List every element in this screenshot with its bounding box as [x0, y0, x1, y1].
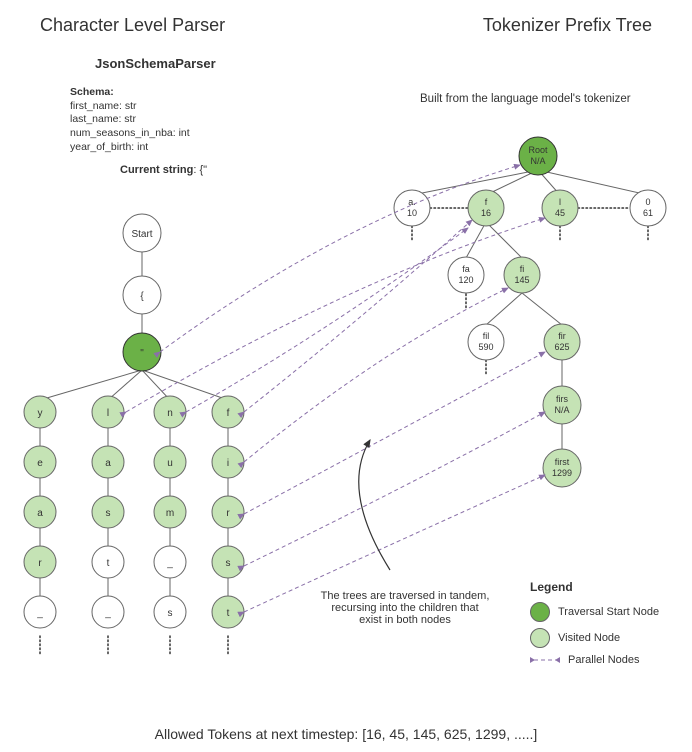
svg-text:f: f [485, 197, 488, 207]
tok-first-l1: first [555, 457, 570, 467]
node-start: Start [131, 229, 152, 240]
left-title: Character Level Parser [40, 15, 225, 36]
svg-text:0: 0 [645, 197, 650, 207]
schema-line: num_seasons_in_nba: int [70, 127, 692, 141]
legend-start-icon [530, 602, 550, 622]
schema-line: last_name: str [70, 113, 692, 127]
current-string-value: : {" [193, 164, 207, 176]
node-quote: " [140, 348, 144, 359]
legend-start-label: Traversal Start Node [558, 606, 659, 618]
svg-text:y: y [38, 408, 43, 419]
title-row: Character Level Parser Tokenizer Prefix … [0, 0, 692, 41]
svg-text:61: 61 [643, 208, 653, 218]
svg-text:120: 120 [458, 275, 473, 285]
current-string: Current string: {" [120, 164, 692, 176]
right-title: Tokenizer Prefix Tree [483, 15, 652, 36]
caption-l3: exist in both nodes [305, 614, 505, 626]
svg-text:fil: fil [483, 331, 490, 341]
tok-first-l2: 1299 [552, 468, 572, 478]
svg-text:s: s [226, 558, 231, 569]
svg-text:t: t [227, 608, 230, 619]
caption-l1: The trees are traversed in tandem, [305, 590, 505, 602]
current-string-label: Current string [120, 164, 193, 176]
legend-visited-icon [530, 628, 550, 648]
svg-text:a: a [37, 508, 43, 519]
svg-text:i: i [227, 458, 229, 469]
svg-text:l: l [107, 408, 109, 419]
legend-row-visited: Visited Node [530, 628, 659, 648]
built-from: Built from the language model's tokenize… [420, 93, 631, 105]
svg-text:10: 10 [407, 208, 417, 218]
legend: Legend Traversal Start Node Visited Node… [530, 580, 659, 672]
node-brace: { [140, 291, 144, 302]
svg-text:fir: fir [558, 331, 566, 341]
svg-text:n: n [167, 408, 173, 419]
legend-parallel-icon [530, 655, 560, 665]
legend-row-parallel: Parallel Nodes [530, 654, 659, 666]
svg-text:625: 625 [554, 342, 569, 352]
svg-text:r: r [38, 558, 42, 569]
svg-text:145: 145 [514, 275, 529, 285]
svg-text:u: u [167, 458, 173, 469]
legend-visited-label: Visited Node [558, 632, 620, 644]
svg-text:_: _ [104, 608, 111, 619]
tok-firs-l2: N/A [554, 405, 569, 415]
schema-line: year_of_birth: int [70, 141, 692, 155]
svg-text:f: f [227, 408, 230, 419]
svg-text:590: 590 [478, 342, 493, 352]
svg-text:16: 16 [481, 208, 491, 218]
svg-text:fa: fa [462, 264, 470, 274]
svg-text:45: 45 [555, 208, 565, 218]
caption-l2: recursing into the children that [305, 602, 505, 614]
svg-text:r: r [226, 508, 230, 519]
subtitle: JsonSchemaParser [95, 56, 692, 71]
svg-text:s: s [106, 508, 111, 519]
footer: Allowed Tokens at next timestep: [16, 45… [0, 726, 692, 742]
svg-text:fi: fi [520, 264, 525, 274]
svg-text:l: l [559, 197, 561, 207]
legend-title: Legend [530, 580, 659, 594]
svg-text:s: s [168, 608, 173, 619]
svg-text:_: _ [166, 558, 173, 569]
svg-text:_: _ [36, 608, 43, 619]
tok-firs-l1: firs [556, 394, 568, 404]
svg-text:m: m [166, 508, 174, 519]
caption: The trees are traversed in tandem, recur… [305, 590, 505, 626]
svg-text:t: t [107, 558, 110, 569]
svg-text:a.: a. [408, 197, 416, 207]
legend-row-start: Traversal Start Node [530, 602, 659, 622]
legend-parallel-label: Parallel Nodes [568, 654, 640, 666]
svg-text:e: e [37, 458, 43, 469]
svg-text:a: a [105, 458, 111, 469]
